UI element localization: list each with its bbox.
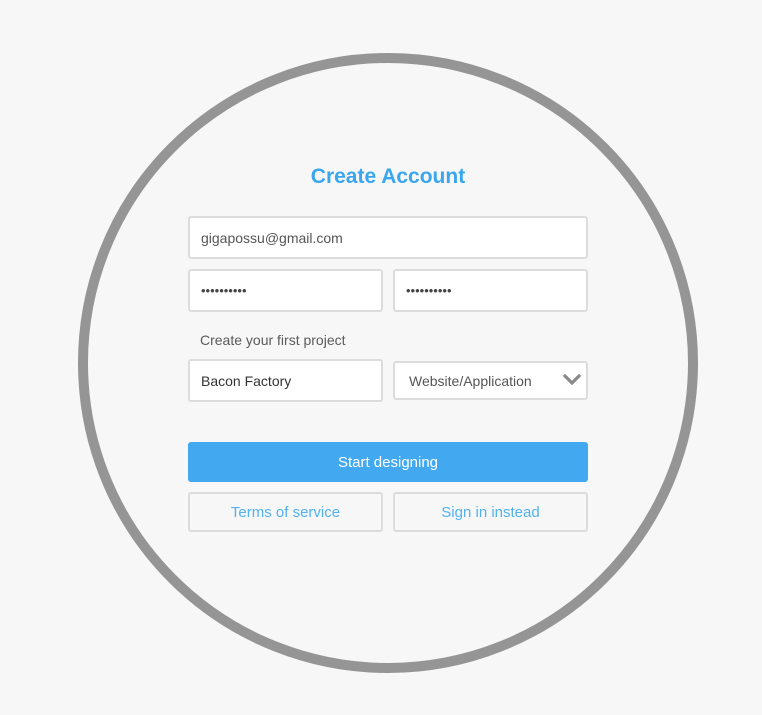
chevron-down-icon	[563, 374, 581, 386]
form-title: Create Account	[310, 165, 466, 188]
confirm-password-field[interactable]	[393, 269, 588, 312]
terms-of-service-button[interactable]: Terms of service	[188, 492, 383, 532]
circle-frame	[78, 53, 698, 673]
email-field[interactable]	[188, 216, 588, 259]
password-field[interactable]	[188, 269, 383, 312]
signup-page: Create Account Create your first project…	[0, 0, 762, 715]
project-type-select[interactable]: Website/Application	[393, 361, 588, 400]
project-name-field[interactable]	[188, 359, 383, 402]
project-section-label: Create your first project	[200, 332, 346, 348]
project-type-selected-value: Website/Application	[409, 373, 532, 389]
start-designing-button[interactable]: Start designing	[188, 442, 588, 482]
sign-in-instead-button[interactable]: Sign in instead	[393, 492, 588, 532]
